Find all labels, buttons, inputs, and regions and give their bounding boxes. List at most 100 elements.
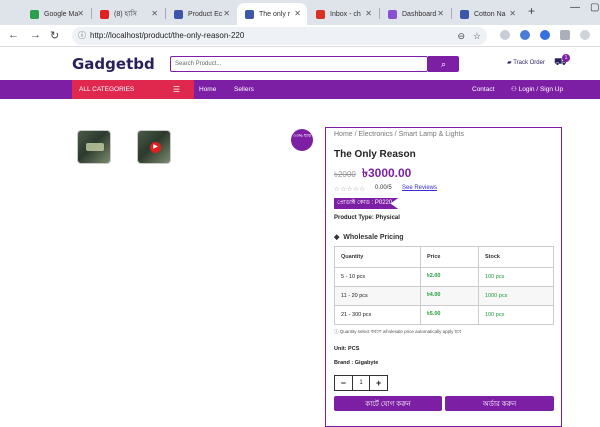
forward-icon[interactable]: → [30, 29, 41, 41]
see-reviews-link[interactable]: See Reviews [402, 185, 437, 191]
tab-title: Inbox - ch [330, 10, 361, 18]
browser-tab[interactable]: Product Ec ✕ [166, 3, 236, 25]
browser-tab[interactable]: Cotton Na ✕ [452, 3, 522, 25]
site-header: Gadgetbd Search Product... ⌕ ▰ Track Ord… [0, 48, 600, 80]
browser-tab[interactable]: Google Ma ✕ [22, 3, 90, 25]
stock-cell: 1000 pcs [478, 286, 554, 306]
close-icon[interactable]: ✕ [437, 9, 444, 18]
table-row: 5 - 10 pcs ৳2.00 100 pcs [334, 267, 554, 287]
wholesale-title: ◆ Wholesale Pricing [334, 233, 404, 241]
column-header: Price [420, 246, 479, 268]
browser-tab[interactable]: Inbox - ch ✕ [308, 3, 378, 25]
bookmark-star-icon[interactable]: ☆ [473, 27, 481, 45]
qty-cell: 5 - 10 pcs [334, 267, 421, 287]
tag-icon: ◆ [334, 234, 340, 241]
current-price: ৳3000.00 [362, 166, 412, 180]
product-brand: Brand : Gigabyte [334, 360, 379, 366]
search-icon: ⌕ [440, 59, 447, 69]
truck-icon: ▰ [507, 60, 512, 66]
wholesale-note-text: Quantity select করলে wholesale price aut… [339, 329, 462, 334]
column-header: Stock [478, 246, 554, 268]
close-icon[interactable]: ✕ [509, 9, 516, 18]
product-code-tag: প্রোডাক্ট কোড : P0220 [334, 198, 399, 209]
qty-cell: 11 - 20 pcs [334, 286, 421, 306]
cart-count-badge: 1 [562, 54, 570, 62]
menu-icon: ☰ [172, 85, 180, 94]
nav-contact[interactable]: Contact [472, 80, 494, 99]
tab-title: Google Ma [44, 10, 79, 18]
new-tab-icon[interactable]: + [528, 4, 535, 18]
table-row: 11 - 20 pcs ৳4.00 1000 pcs [334, 286, 554, 306]
url-field[interactable]: ⓘ http://localhost/product/the-only-reas… [72, 27, 487, 45]
tab-title: The only r [259, 10, 291, 18]
rating-stars-icon: ☆☆☆☆☆ [334, 186, 366, 193]
add-to-cart-button[interactable]: কার্টে যোগ করুন [334, 396, 442, 411]
track-order-label: Track Order [513, 60, 545, 66]
minimize-icon[interactable]: — [570, 2, 580, 13]
product-image-thumb[interactable] [77, 130, 111, 164]
profile-icon[interactable] [580, 30, 590, 40]
product-video-thumb[interactable]: ▶ [137, 130, 171, 164]
browser-tab[interactable]: Dashboard ✕ [380, 3, 450, 25]
maximize-icon[interactable]: ▢ [590, 2, 599, 13]
play-icon: ▶ [150, 142, 161, 153]
extensions-puzzle-icon[interactable] [560, 30, 570, 40]
close-icon[interactable]: ✕ [294, 9, 301, 18]
rating-value: 0.00/5 [375, 185, 392, 191]
all-categories-button[interactable]: ALL CATEGORIES ☰ [72, 80, 194, 99]
product-unit: Unit: PCS [334, 346, 360, 352]
site-favicon-icon [245, 9, 254, 19]
search-input[interactable]: Search Product... [170, 56, 428, 72]
wholesale-title-text: Wholesale Pricing [343, 234, 404, 241]
close-icon[interactable]: ✕ [77, 9, 84, 18]
main-nav: ALL CATEGORIES ☰ Home Sellers Contact ⚇ … [0, 80, 600, 99]
close-icon[interactable]: ✕ [365, 9, 372, 18]
browser-tab-active[interactable]: The only r ✕ [237, 3, 307, 25]
zoom-icon[interactable]: ⊖ [457, 27, 465, 45]
back-icon[interactable]: ← [8, 29, 19, 41]
site-info-icon[interactable]: ⓘ [78, 27, 86, 45]
nav-sellers[interactable]: Sellers [234, 80, 254, 99]
close-icon[interactable]: ✕ [223, 9, 230, 18]
search-button[interactable]: ⌕ [428, 56, 459, 72]
nav-login[interactable]: ⚇ Login / Sign Up [511, 80, 563, 99]
track-order-link[interactable]: ▰ Track Order [507, 59, 545, 66]
tab-title: Dashboard [402, 10, 437, 18]
extension-icon[interactable] [500, 30, 510, 40]
site-favicon-icon [460, 9, 469, 19]
decrease-qty-button[interactable]: − [334, 375, 353, 391]
tab-title: Product Ec [188, 10, 223, 18]
close-icon[interactable]: ✕ [151, 9, 158, 18]
nav-home[interactable]: Home [199, 80, 216, 99]
extension-icon[interactable] [520, 30, 530, 40]
breadcrumb[interactable]: Home / Electronics / Smart Lamp & Lights [334, 131, 464, 138]
browser-tab[interactable]: (8) হাসি ✕ [92, 3, 164, 25]
price-cell: ৳4.00 [420, 286, 479, 306]
info-icon: ⓘ [334, 329, 339, 334]
youtube-icon [100, 9, 109, 19]
user-icon: ⚇ [511, 86, 517, 93]
extension-icon[interactable] [540, 30, 550, 40]
login-label: Login / Sign Up [518, 86, 564, 93]
table-header-row: Quantity Price Stock [334, 246, 554, 268]
old-price: ৳2000 [334, 170, 356, 179]
wholesale-note: ⓘ Quantity select করলে wholesale price a… [334, 329, 461, 336]
stock-cell: 100 pcs [478, 267, 554, 287]
gmail-icon [316, 9, 325, 19]
browser-tab-bar: Google Ma ✕ (8) হাসি ✕ Product Ec ✕ The … [0, 0, 600, 25]
reload-icon[interactable]: ↻ [50, 29, 59, 42]
product-type: Product Type: Physical [334, 215, 400, 221]
product-title: The Only Reason [334, 149, 416, 160]
quantity-stepper: − 1 + [334, 375, 389, 391]
tab-title: Cotton Na [474, 10, 506, 18]
all-categories-label: ALL CATEGORIES [79, 86, 135, 93]
dashboard-icon [388, 9, 397, 19]
site-logo[interactable]: Gadgetbd [72, 55, 155, 73]
order-now-button[interactable]: অর্ডার করুন [445, 396, 554, 411]
quantity-input[interactable]: 1 [352, 375, 370, 391]
url-text: http://localhost/product/the-only-reason… [90, 31, 245, 40]
tab-title: (8) হাসি [114, 11, 137, 18]
price-cell: ৳2.00 [420, 267, 479, 287]
stock-cell: 100 pcs [478, 305, 554, 325]
increase-qty-button[interactable]: + [369, 375, 389, 391]
